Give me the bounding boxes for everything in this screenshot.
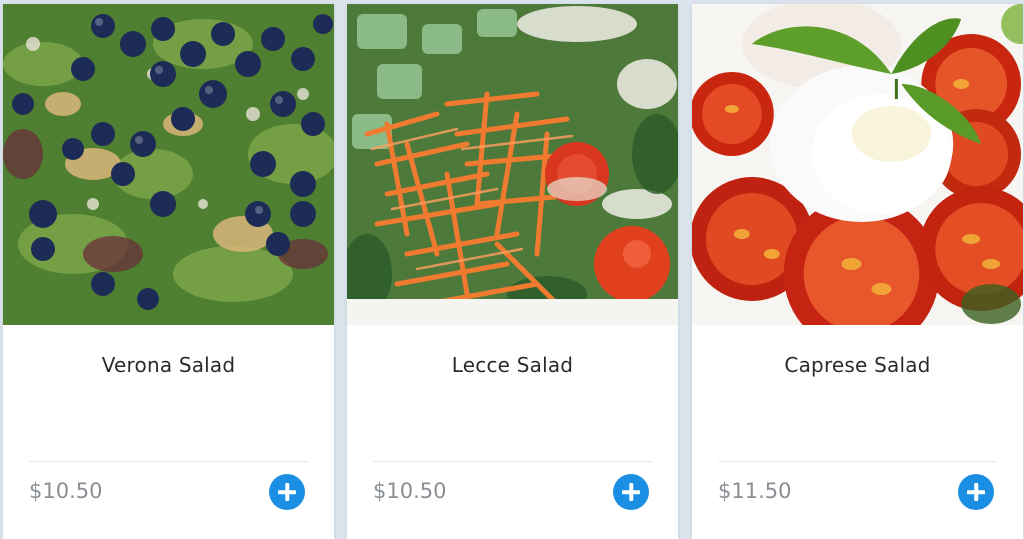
product-card[interactable]: Verona Salad $10.50: [3, 4, 334, 539]
product-grid: Verona Salad $10.50 Lecce Salad $10.50 C…: [0, 0, 1024, 539]
add-to-cart-button[interactable]: [269, 474, 305, 510]
divider: [29, 461, 308, 462]
product-name: Caprese Salad: [784, 353, 931, 377]
divider: [718, 461, 997, 462]
lecce-salad-photo[interactable]: [347, 4, 678, 325]
verona-salad-photo[interactable]: [3, 4, 334, 325]
product-price: $10.50: [373, 479, 447, 503]
product-price: $11.50: [718, 479, 792, 503]
add-to-cart-button[interactable]: [958, 474, 994, 510]
product-price: $10.50: [29, 479, 103, 503]
product-name: Lecce Salad: [451, 353, 574, 377]
product-card[interactable]: Lecce Salad $10.50: [347, 4, 678, 539]
caprese-salad-photo[interactable]: [692, 4, 1023, 325]
product-card[interactable]: Caprese Salad $11.50: [692, 4, 1023, 539]
product-name: Verona Salad: [101, 353, 236, 377]
divider: [373, 461, 652, 462]
add-to-cart-button[interactable]: [613, 474, 649, 510]
